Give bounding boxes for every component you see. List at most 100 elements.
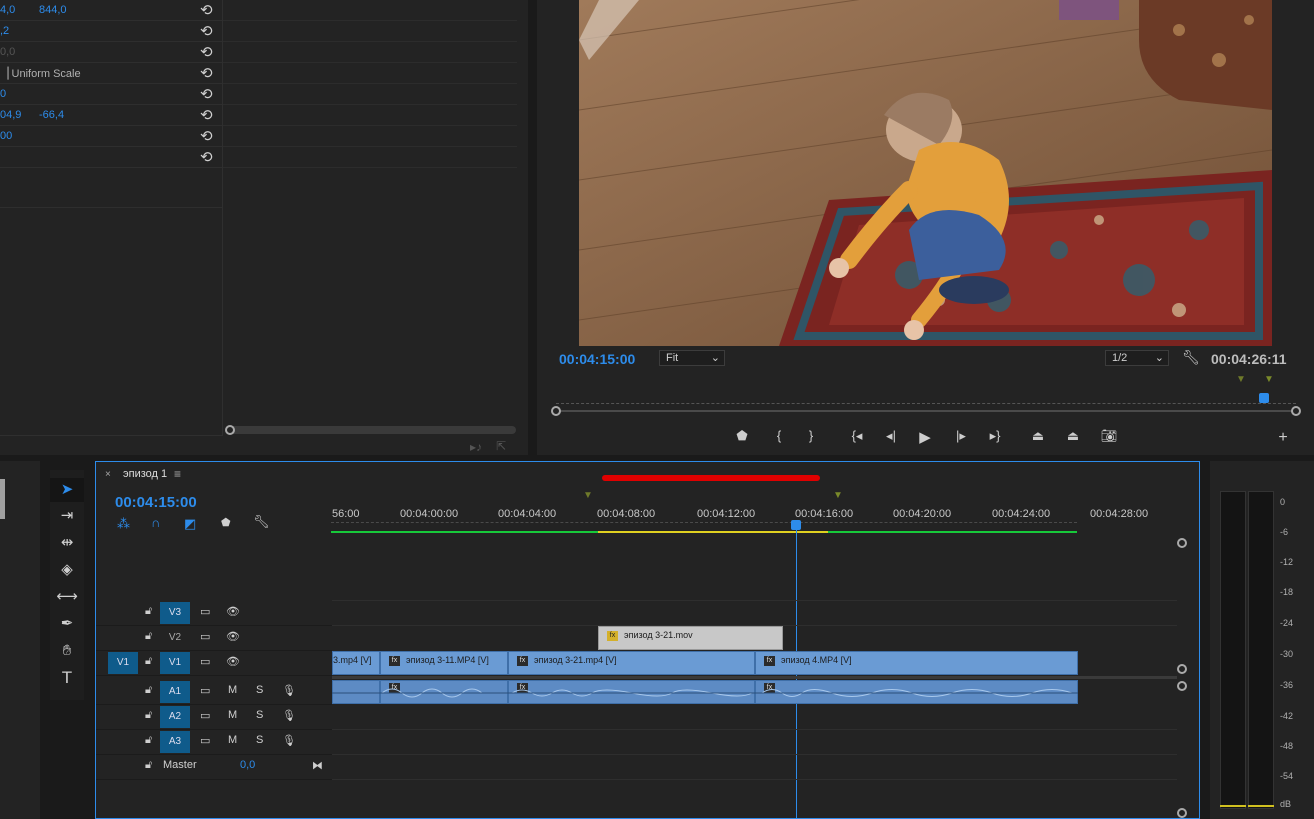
sync-lock-icon[interactable]: ▭ [200, 605, 210, 618]
solo-button[interactable]: S [256, 709, 263, 721]
fit-select[interactable]: Fit ⌄ [659, 350, 725, 366]
export-icon[interactable]: ⇱ [496, 439, 506, 453]
track-target-a2[interactable]: A2 [160, 706, 190, 728]
mute-button[interactable]: M [228, 734, 237, 746]
track-target-v1[interactable]: V1 [160, 652, 190, 674]
track-target-v2[interactable]: V2 [160, 627, 190, 649]
scroll-handle[interactable] [1291, 406, 1301, 416]
fx-value[interactable]: 844,0 [39, 4, 67, 16]
sync-lock-icon[interactable]: ▭ [200, 734, 210, 747]
reset-icon[interactable]: ⟲ [200, 43, 213, 61]
mark-out-button[interactable]: } [800, 428, 822, 443]
solo-button[interactable]: S [256, 684, 263, 696]
fx-row[interactable]: ⟲ [0, 147, 222, 168]
clip-v1[interactable]: 3.mp4 [V] [332, 651, 380, 675]
go-to-in-button[interactable]: {◂ [846, 428, 868, 444]
fx-value[interactable]: 0 [0, 88, 6, 100]
lock-icon[interactable]: 🔓︎ [145, 734, 152, 747]
track-target-a1[interactable]: A1 [160, 681, 190, 703]
sequence-tab-title[interactable]: эпизод 1 [123, 468, 167, 480]
mute-button[interactable]: M [228, 709, 237, 721]
slip-tool-icon[interactable]: ⟷ [50, 585, 84, 609]
scroll-handle[interactable] [551, 406, 561, 416]
wrench-icon[interactable]: 🔧︎ [1182, 349, 1200, 366]
playhead-handle[interactable] [791, 520, 801, 530]
time-ruler[interactable]: 56:00 00:04:00:00 00:04:04:00 00:04:08:0… [331, 463, 1181, 535]
master-volume-value[interactable]: 0,0 [240, 759, 255, 771]
lock-icon[interactable]: 🔓︎ [145, 759, 152, 772]
nest-icon[interactable]: ⁂ [117, 516, 130, 532]
add-marker-button[interactable]: ⬟ [731, 428, 753, 444]
lock-icon[interactable]: 🔓︎ [145, 655, 152, 668]
mark-in-button[interactable]: { [768, 428, 790, 443]
track-target-v3[interactable]: V3 [160, 602, 190, 624]
fx-row[interactable]: 0,0 ⟲ [0, 42, 222, 63]
lock-icon[interactable]: 🔓︎ [145, 709, 152, 722]
step-back-button[interactable]: ◂| [880, 428, 902, 444]
clip-v1[interactable]: fx эпизод 3-11.MP4 [V] [380, 651, 508, 675]
video-audio-divider[interactable] [332, 676, 1177, 679]
lock-icon[interactable]: 🔓︎ [145, 605, 152, 618]
timeline-timecode[interactable]: 00:04:15:00 [115, 494, 197, 511]
fx-row[interactable]: 00 ⟲ [0, 126, 222, 147]
add-button[interactable]: + [1272, 429, 1294, 447]
extract-button[interactable]: ⏏ [1062, 428, 1084, 444]
microphone-icon[interactable]: 🎙︎ [282, 684, 296, 697]
scroll-handle[interactable] [1177, 664, 1187, 674]
go-to-end-icon[interactable]: ⧓ [312, 759, 323, 772]
fx-value[interactable]: ,2 [0, 25, 9, 37]
reset-icon[interactable]: ⟲ [200, 1, 213, 19]
pen-tool-icon[interactable]: ✒︎ [50, 612, 84, 636]
hand-tool-icon[interactable]: ✋︎ [50, 639, 84, 663]
reset-icon[interactable]: ⟲ [200, 22, 213, 40]
eye-icon[interactable]: 👁︎ [226, 630, 240, 643]
reset-icon[interactable]: ⟲ [200, 127, 213, 145]
scroll-handle[interactable] [225, 425, 235, 435]
reset-icon[interactable]: ⟲ [200, 148, 213, 166]
program-ruler[interactable] [556, 398, 1296, 404]
eye-icon[interactable]: 👁︎ [226, 605, 240, 618]
scroll-handle[interactable] [1177, 538, 1187, 548]
microphone-icon[interactable]: 🎙︎ [282, 734, 296, 747]
resolution-select[interactable]: 1/2 ⌄ [1105, 350, 1169, 366]
sync-lock-icon[interactable]: ▭ [200, 684, 210, 697]
track-target-a3[interactable]: A3 [160, 731, 190, 753]
type-tool-icon[interactable]: T [50, 666, 84, 690]
ripple-edit-tool-icon[interactable]: ⇹ [50, 531, 84, 555]
selection-tool-icon[interactable]: ➤ [50, 478, 84, 502]
source-patch-v1[interactable]: V1 [108, 652, 138, 674]
scroll-handle[interactable] [1177, 808, 1187, 818]
linked-selection-icon[interactable]: ◩ [184, 516, 196, 532]
clip-v1[interactable]: fx эпизод 4.MP4 [V] [755, 651, 1078, 675]
lock-icon[interactable]: 🔓︎ [145, 630, 152, 643]
sync-lock-icon[interactable]: ▭ [200, 630, 210, 643]
marker-icon[interactable]: ▼ [1236, 374, 1246, 385]
reset-icon[interactable]: ⟲ [200, 106, 213, 124]
fx-value[interactable]: -66,4 [39, 109, 64, 121]
lock-icon[interactable]: 🔓︎ [145, 684, 152, 697]
track-select-tool-icon[interactable]: ⇥ [50, 504, 84, 528]
mute-button[interactable]: M [228, 684, 237, 696]
program-timecode[interactable]: 00:04:15:00 [559, 351, 635, 367]
clip-v1[interactable]: fx эпизод 3-21.mp4 [V] [508, 651, 755, 675]
fx-row[interactable]: ▕ Uniform Scale ⟲ [0, 63, 222, 84]
eye-icon[interactable]: 👁︎ [226, 655, 240, 668]
add-marker-icon[interactable]: ⬟ [221, 516, 231, 529]
tab-menu-icon[interactable]: ≡ [174, 467, 181, 481]
step-forward-button[interactable]: |▸ [950, 428, 972, 444]
program-scrollbar[interactable] [556, 410, 1296, 412]
fx-value[interactable]: 04,9 [0, 109, 21, 121]
fx-row[interactable]: 0 ⟲ [0, 84, 222, 105]
fx-row[interactable]: 04,9 -66,4 ⟲ [0, 105, 222, 126]
solo-button[interactable]: S [256, 734, 263, 746]
fx-value[interactable]: 00 [0, 130, 12, 142]
uniform-scale-checkbox[interactable]: ▕ Uniform Scale [0, 67, 81, 80]
marker-icon[interactable]: ▼ [583, 490, 593, 501]
microphone-icon[interactable]: 🎙︎ [282, 709, 296, 722]
marker-icon[interactable]: ▼ [1264, 374, 1274, 385]
zoom-scrollbar[interactable] [225, 425, 516, 435]
clip-v2[interactable]: fx эпизод 3-21.mov [598, 626, 783, 650]
marker-icon[interactable]: ▼ [833, 490, 843, 501]
sync-lock-icon[interactable]: ▭ [200, 709, 210, 722]
scroll-handle[interactable] [1177, 681, 1187, 691]
